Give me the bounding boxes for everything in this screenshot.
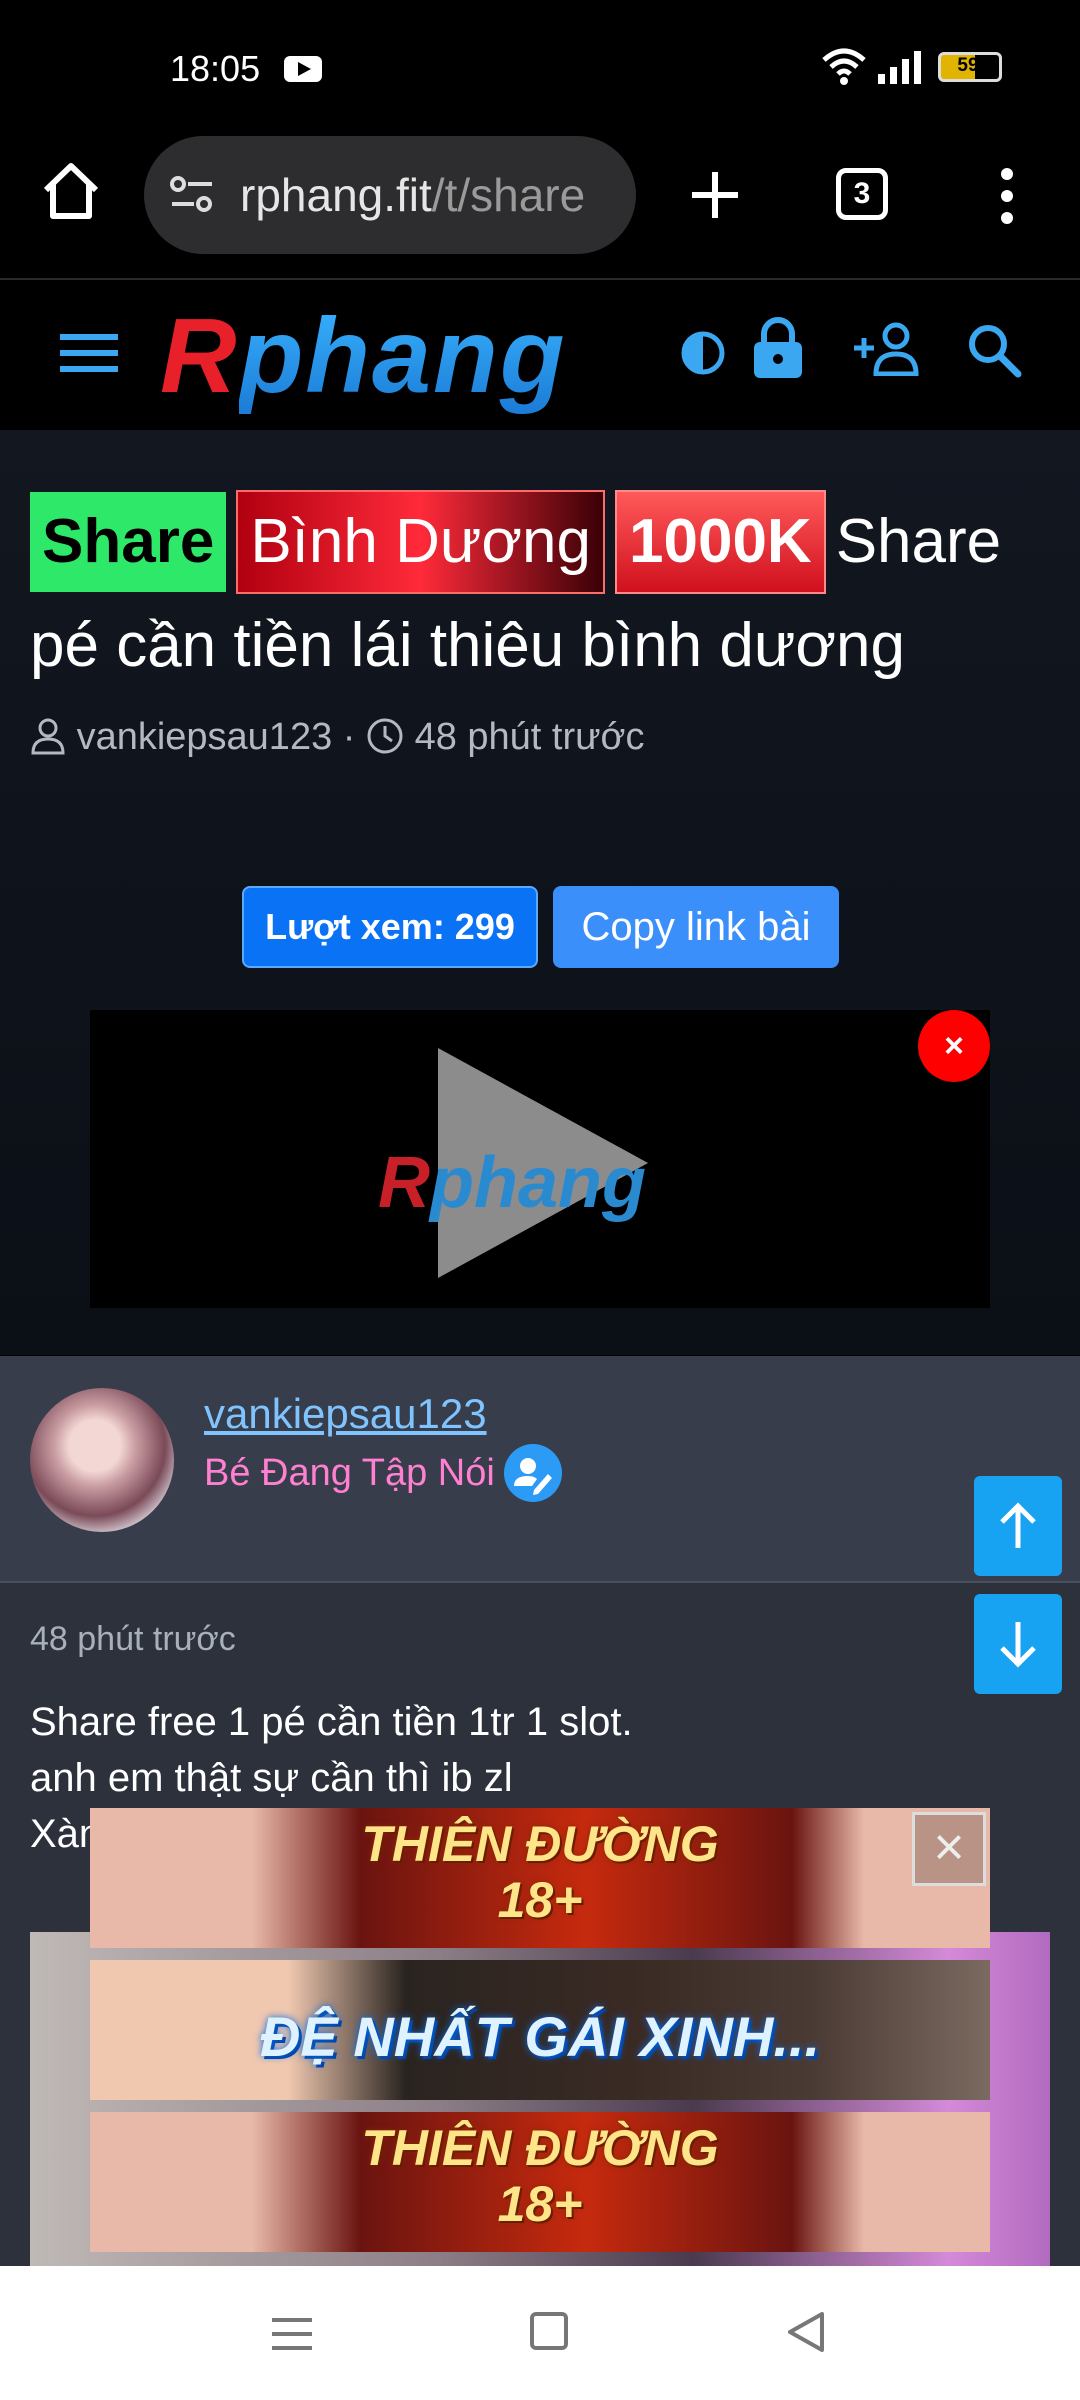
logo-word: phang [238,297,567,415]
ad-subline: 18+ [497,1872,583,1928]
video-logo: Rphang [378,1142,646,1224]
ad-text: THIÊN ĐƯỜNG 18+ [90,1816,990,1928]
post-author-name[interactable]: vankiepsau123 [204,1390,487,1438]
ad-text: THIÊN ĐƯỜNG 18+ [90,2120,990,2232]
banner-ad[interactable]: THIÊN ĐƯỜNG 18+ [90,2112,990,2252]
tag-location[interactable]: Bình Dương [236,490,605,594]
url-text[interactable]: rphang.fit/t/share [240,168,615,222]
ad-headline: THIÊN ĐƯỜNG [361,1816,719,1872]
url-host: rphang.fit [240,169,432,221]
site-settings-icon[interactable] [168,172,216,216]
tag-price[interactable]: 1000K [615,490,826,594]
signal-icon [878,51,921,84]
view-count-button[interactable]: Lượt xem: 299 [242,886,538,968]
ad-close-button[interactable]: × [912,1812,986,1886]
clock: 18:05 [170,48,261,89]
recent-apps-icon[interactable] [272,2316,312,2352]
ad-headline: ĐỆ NHẤT GÁI XINH... [259,2005,821,2068]
verified-user-icon [504,1444,562,1502]
user-icon [31,718,65,755]
post-line: anh em thật sự cần thì ib zl [30,1756,513,1800]
banner-ad[interactable]: ĐỆ NHẤT GÁI XINH... [90,1960,990,2100]
register-user-icon[interactable] [852,322,922,376]
avatar[interactable] [30,1388,174,1532]
new-tab-icon[interactable] [688,168,742,222]
battery-level: 59 [957,55,979,76]
thread-author[interactable]: vankiepsau123 [77,716,333,758]
home-button-icon[interactable] [530,2312,568,2350]
video-logo-letter: R [378,1143,430,1223]
thread-time[interactable]: 48 phút trước [415,716,645,758]
thread-title: Share Bình Dương 1000K Share pé cần tiền lá… [30,490,1060,698]
post-author-title: Bé Đang Tập Nói [204,1452,495,1494]
back-icon[interactable] [786,2310,826,2354]
ad-headline: THIÊN ĐƯỜNG [361,2120,719,2176]
youtube-notification-icon [284,56,322,82]
hamburger-menu-icon[interactable] [60,332,118,374]
clock-icon [367,718,403,754]
post-time[interactable]: 48 phút trước [30,1620,236,1659]
home-icon[interactable] [40,160,102,222]
thread-meta: vankiepsau123 · 48 phút trước [30,716,644,759]
logo-letter: R [160,297,239,415]
tag-share[interactable]: Share [30,492,227,592]
login-lock-icon[interactable] [752,316,804,380]
banner-ad[interactable]: THIÊN ĐƯỜNG 18+ [90,1808,990,1948]
search-icon[interactable] [966,322,1022,378]
scroll-to-bottom-button[interactable] [974,1594,1062,1694]
ad-subline: 18+ [497,2176,583,2232]
meta-separator: · [342,716,356,758]
wifi-icon [822,48,866,85]
video-close-button[interactable]: × [918,1010,990,1082]
tab-switcher-button[interactable]: 3 [836,168,888,220]
video-logo-word: phang [430,1143,646,1223]
theme-toggle-icon[interactable] [680,330,726,376]
more-menu-icon[interactable] [990,166,1024,226]
post-line: Share free 1 pé cần tiền 1tr 1 slot. [30,1700,633,1744]
copy-link-button[interactable]: Copy link bài [553,886,839,968]
scroll-to-top-button[interactable] [974,1476,1062,1576]
url-path: /t/share [431,169,586,221]
site-logo[interactable]: Rphang [160,296,567,417]
